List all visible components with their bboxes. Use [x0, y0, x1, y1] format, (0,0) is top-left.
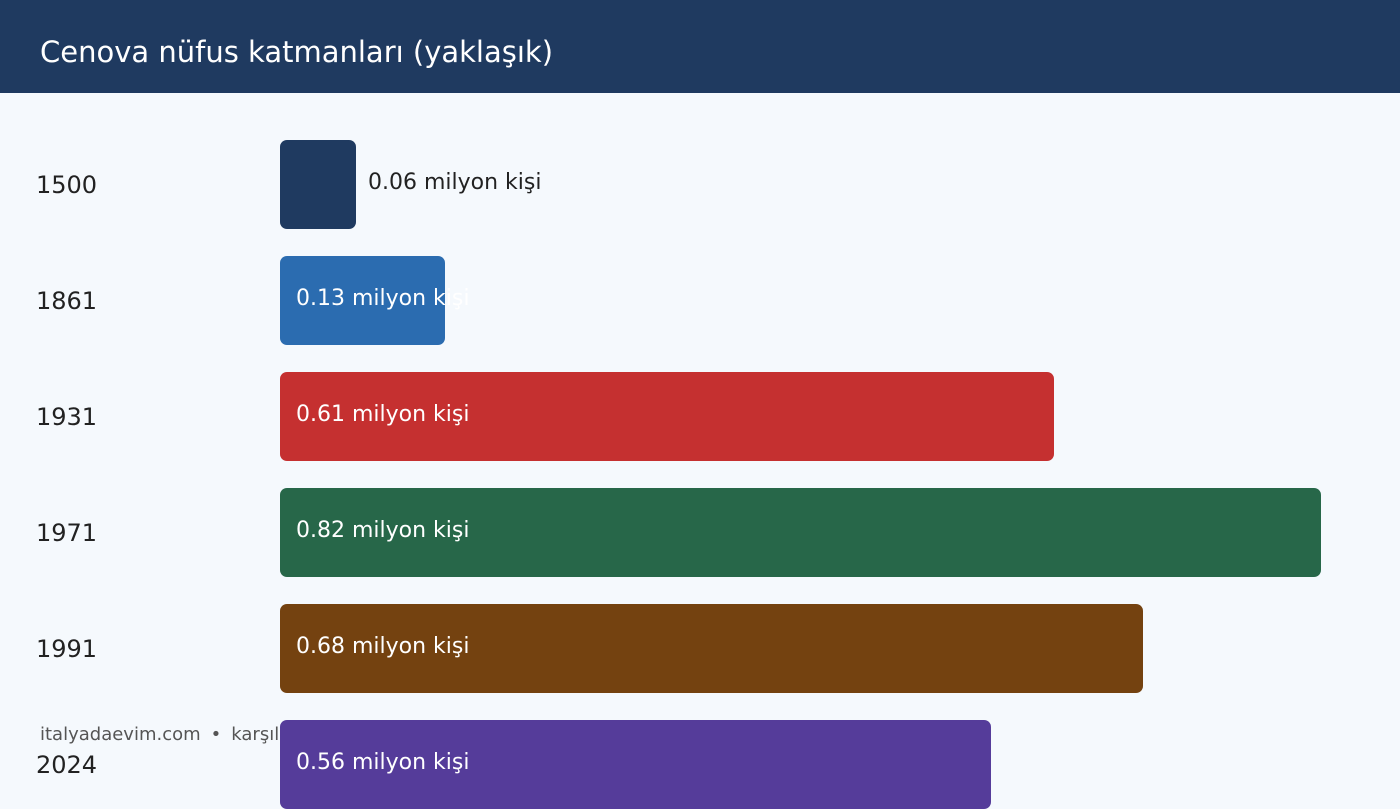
category-label: 1500: [36, 171, 98, 199]
category-label: 1991: [36, 635, 98, 663]
bar-value-label: 0.13 milyon kişi: [296, 286, 470, 311]
bar-value-label: 0.06 milyon kişi: [368, 170, 542, 195]
footer-separator: •: [210, 724, 222, 745]
bar-value-label: 0.68 milyon kişi: [296, 634, 470, 659]
bar-value-label: 0.82 milyon kişi: [296, 518, 470, 543]
population-bar-chart: 1500 0.06 milyon kişi 1861 0.13 milyon kişi…: [0, 0, 1400, 809]
category-label: 1931: [36, 403, 98, 431]
category-label: 1861: [36, 287, 98, 315]
footer-credit: italyadaevim.com • karşılaş: [40, 722, 300, 748]
category-label: 1971: [36, 519, 98, 547]
bar-value-label: 0.56 milyon kişi: [296, 750, 470, 775]
category-label: 2024: [36, 751, 98, 779]
footer-site: italyadaevim.com: [40, 724, 201, 745]
bar-value-label: 0.61 milyon kişi: [296, 402, 470, 427]
bar: [280, 140, 356, 229]
